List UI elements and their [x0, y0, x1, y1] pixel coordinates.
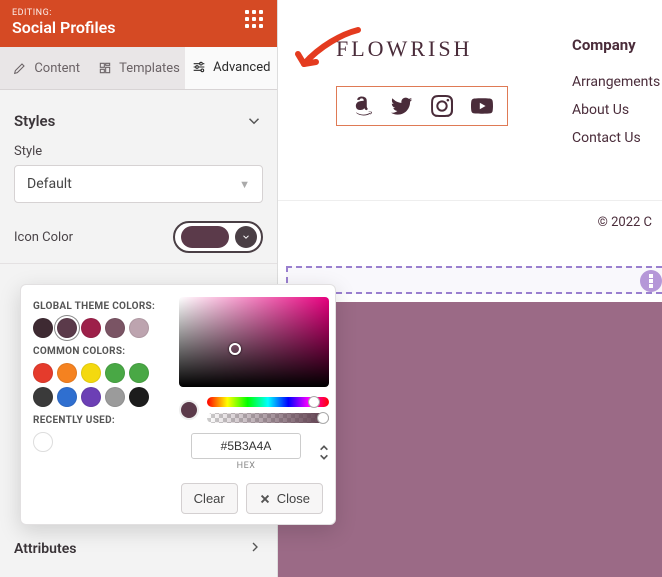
- styles-heading-row[interactable]: Styles: [14, 106, 263, 144]
- brand-logo-text: FLOWRISH: [336, 36, 508, 62]
- caret-down-icon: ▼: [239, 178, 250, 191]
- hue-slider[interactable]: [207, 397, 329, 407]
- current-color-swatch: [179, 400, 199, 420]
- close-button[interactable]: Close: [246, 483, 323, 514]
- color-swatch[interactable]: [81, 318, 101, 338]
- color-swatch[interactable]: [129, 363, 149, 383]
- builder-drop-zone[interactable]: [286, 266, 662, 294]
- editing-eyebrow: EDITING:: [12, 8, 115, 18]
- tab-advanced-label: Advanced: [213, 60, 270, 75]
- color-swatch[interactable]: [129, 387, 149, 407]
- tab-content-label: Content: [34, 61, 80, 76]
- icon-color-picker-trigger[interactable]: [173, 221, 263, 253]
- tab-templates[interactable]: Templates: [92, 47, 184, 89]
- styles-heading: Styles: [14, 112, 55, 130]
- brand-column: FLOWRISH: [336, 36, 508, 126]
- block-title: Social Profiles: [12, 18, 115, 37]
- color-swatch[interactable]: [129, 318, 149, 338]
- tabs: Content Templates Advanced: [0, 47, 277, 90]
- color-swatch[interactable]: [57, 387, 77, 407]
- color-swatch[interactable]: [33, 387, 53, 407]
- footer-link[interactable]: Arrangements: [572, 74, 660, 90]
- recently-used-colors: [33, 432, 165, 452]
- footer-links: Arrangements About Us Contact Us: [572, 74, 660, 146]
- styles-section: Styles Style Default ▼ Icon Color: [0, 90, 277, 264]
- hex-input[interactable]: [191, 433, 301, 459]
- color-swatch[interactable]: [105, 318, 125, 338]
- chevron-down-icon: [245, 112, 263, 130]
- alpha-slider[interactable]: [207, 413, 329, 423]
- templates-icon: [97, 60, 113, 76]
- color-swatch[interactable]: [33, 432, 53, 452]
- builder-handle-icon[interactable]: [640, 270, 662, 292]
- recently-used-label: RECENTLY USED:: [33, 415, 165, 426]
- saturation-picker[interactable]: [179, 297, 329, 387]
- company-column: Company Arrangements About Us Contact Us: [572, 36, 660, 146]
- copyright-text: © 2022 C: [278, 201, 662, 230]
- twitter-icon[interactable]: [391, 95, 413, 117]
- common-colors: [33, 363, 165, 407]
- color-swatch[interactable]: [105, 387, 125, 407]
- style-select-value: Default: [27, 176, 72, 192]
- color-swatch[interactable]: [33, 318, 53, 338]
- common-colors-label: COMMON COLORS:: [33, 346, 165, 357]
- tab-advanced[interactable]: Advanced: [185, 47, 277, 89]
- color-swatch[interactable]: [33, 363, 53, 383]
- color-picker-popover: GLOBAL THEME COLORS: COMMON COLORS:: [20, 284, 336, 525]
- sliders-icon: [191, 59, 207, 75]
- format-stepper[interactable]: [319, 444, 329, 461]
- global-colors-label: GLOBAL THEME COLORS:: [33, 301, 165, 312]
- style-label: Style: [14, 144, 263, 159]
- footer-link[interactable]: Contact Us: [572, 130, 660, 146]
- amazon-icon[interactable]: [351, 95, 373, 117]
- attributes-section-heading[interactable]: Attributes: [0, 521, 277, 577]
- column-heading: Company: [572, 36, 660, 54]
- color-swatch[interactable]: [105, 363, 125, 383]
- color-swatch[interactable]: [81, 363, 101, 383]
- tab-templates-label: Templates: [119, 61, 180, 76]
- color-swatch[interactable]: [57, 363, 77, 383]
- icon-color-label: Icon Color: [14, 230, 73, 245]
- chevron-right-icon: [247, 539, 263, 559]
- chevron-down-icon: [235, 226, 257, 248]
- social-icons-box: [336, 86, 508, 126]
- color-swatch[interactable]: [81, 387, 101, 407]
- tab-content[interactable]: Content: [0, 47, 92, 89]
- drag-handle-icon[interactable]: [243, 8, 265, 30]
- global-theme-colors: [33, 318, 165, 338]
- youtube-icon[interactable]: [471, 95, 493, 117]
- instagram-icon[interactable]: [431, 95, 453, 117]
- attributes-heading: Attributes: [14, 541, 76, 557]
- color-swatch[interactable]: [57, 318, 77, 338]
- style-select[interactable]: Default ▼: [14, 165, 263, 203]
- footer-area: FLOWRISH Company Arrangements About Us C…: [278, 0, 662, 166]
- pencil-icon: [12, 60, 28, 76]
- hex-format-label: HEX: [237, 461, 256, 471]
- panel-header: EDITING: Social Profiles: [0, 0, 277, 47]
- close-icon: [259, 493, 271, 505]
- clear-button[interactable]: Clear: [181, 483, 238, 514]
- saturation-cursor[interactable]: [229, 343, 241, 355]
- footer-link[interactable]: About Us: [572, 102, 660, 118]
- color-swatch-preview: [181, 226, 229, 248]
